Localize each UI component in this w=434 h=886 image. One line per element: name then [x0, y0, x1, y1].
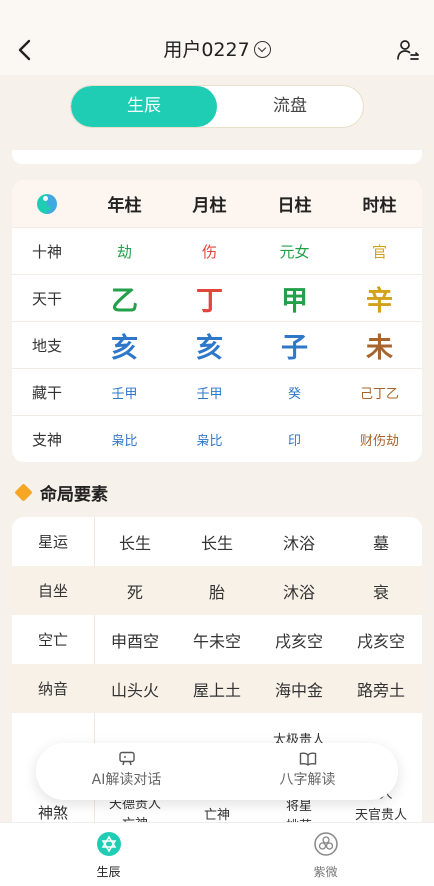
cell: 枭比: [111, 433, 138, 449]
top-bar: 用户0227: [0, 0, 434, 75]
pillars-row-tiangan: 天干 乙 丁 甲 辛: [12, 274, 422, 321]
shensha-item: 亡神: [203, 808, 230, 823]
user-name: 用户0227: [163, 39, 250, 61]
elements-row-nayin: 纳音 山头火 屋上土 海中金 路旁土: [12, 664, 422, 713]
row-label: 纳音: [37, 680, 68, 698]
cell: 财伤劫: [359, 433, 399, 449]
yinyang-cell: [12, 193, 82, 214]
bazi-reading-button[interactable]: 八字解读: [217, 743, 398, 800]
cell: 海中金: [274, 680, 323, 700]
pillars-row-dizhi: 地支 亥 亥 子 未: [12, 321, 422, 368]
cell: 申酉空: [110, 631, 159, 651]
cell: 衰: [372, 582, 389, 602]
cell: 壬甲: [196, 386, 223, 402]
shensha-item: 天官贵人: [354, 808, 407, 823]
cell: 沐浴: [282, 582, 315, 602]
cell: 戌亥空: [356, 631, 405, 651]
row-label: 天干: [31, 289, 62, 308]
cell: 壬甲: [111, 386, 138, 402]
cell: 沐浴: [282, 533, 315, 553]
yin-yang-icon: [37, 193, 57, 214]
shensha-label: 神煞: [37, 804, 68, 822]
four-pillars-card: 年柱 月柱 日柱 时柱 十神 劫 伤 元女 官 天干 乙 丁 甲 辛 地支 亥 …: [12, 180, 422, 462]
cell: 己丁乙: [359, 386, 399, 402]
floating-action-bar: AI解读对话 八字解读: [36, 743, 398, 800]
cell: 官: [371, 242, 387, 261]
pillars-row-zhishen: 支神 枭比 枭比 印 财伤劫: [12, 415, 422, 462]
row-label: 地支: [31, 336, 62, 355]
bazi-reading-label: 八字解读: [279, 772, 336, 788]
cell: 辛: [366, 285, 393, 317]
bottom-tab-bar: 生辰 紫微: [0, 822, 434, 886]
cell: 亥: [111, 332, 138, 364]
tab-bar-label: 紫微: [313, 865, 338, 879]
cell: 甲: [281, 285, 308, 317]
section-title: 命局要素: [14, 480, 108, 505]
cell: 屋上土: [192, 680, 241, 700]
tab-bar-ziwei[interactable]: 紫微: [217, 823, 434, 886]
cell: 亥: [196, 332, 223, 364]
open-book-icon: [299, 752, 316, 766]
cell: 枭比: [196, 433, 223, 449]
diamond-icon: [14, 482, 33, 502]
row-label: 十神: [31, 242, 62, 261]
cell: 胎: [208, 582, 225, 602]
header-year: 年柱: [107, 196, 142, 216]
elements-row-zizuo: 自坐 死 胎 沐浴 衰: [12, 566, 422, 615]
header-day: 日柱: [277, 196, 312, 216]
cell: 子: [281, 332, 308, 364]
cell: 长生: [200, 533, 233, 553]
cell: 墓: [372, 533, 389, 553]
cell: 戌亥空: [274, 631, 323, 651]
chevron-down-icon[interactable]: [253, 41, 271, 58]
pillars-header-row: 年柱 月柱 日柱 时柱: [12, 180, 422, 227]
cell: 劫: [116, 242, 132, 261]
cell: 长生: [118, 533, 151, 553]
pillars-row-canggan: 藏干 壬甲 壬甲 癸 己丁乙: [12, 368, 422, 415]
ai-chat-label: AI解读对话: [91, 772, 162, 788]
star-of-david-icon: [96, 832, 121, 856]
elements-row-kongwang: 空亡 申酉空 午未空 戌亥空 戌亥空: [12, 615, 422, 664]
cell: 元女: [279, 242, 310, 261]
tab-bar-shengchen[interactable]: 生辰: [0, 823, 217, 886]
section-title-text: 命局要素: [40, 484, 108, 505]
row-label: 藏干: [31, 383, 62, 402]
flower-emblem-icon: [313, 832, 338, 856]
header-hour: 时柱: [362, 196, 397, 216]
user-switch-icon[interactable]: [396, 38, 420, 62]
tab-liupan[interactable]: 流盘: [217, 86, 363, 127]
header-month: 月柱: [192, 196, 227, 216]
cell: 午未空: [192, 631, 241, 651]
row-label: 自坐: [37, 582, 68, 600]
cell: 山头火: [110, 680, 159, 700]
cell: 印: [287, 433, 301, 449]
cell: 死: [126, 582, 143, 602]
row-label: 空亡: [37, 631, 68, 649]
cell: 癸: [287, 386, 301, 402]
row-label: 支神: [31, 430, 62, 449]
ai-chat-icon: [118, 751, 135, 766]
cell: 伤: [201, 242, 217, 261]
page-title[interactable]: 用户0227: [0, 36, 434, 64]
mode-segmented-control: 生辰 流盘: [70, 85, 364, 128]
cell: 乙: [111, 285, 138, 317]
cell: 未: [366, 332, 393, 364]
tab-shengchen[interactable]: 生辰: [71, 86, 217, 127]
collapsed-card-edge: [12, 150, 422, 164]
tab-bar-label: 生辰: [96, 865, 121, 879]
pillars-row-shishen: 十神 劫 伤 元女 官: [12, 227, 422, 274]
cell: 丁: [196, 285, 223, 317]
elements-row-xingyun: 星运 长生 长生 沐浴 墓: [12, 517, 422, 566]
row-label: 星运: [37, 533, 68, 551]
ai-chat-button[interactable]: AI解读对话: [36, 743, 217, 800]
cell: 路旁土: [356, 680, 405, 700]
